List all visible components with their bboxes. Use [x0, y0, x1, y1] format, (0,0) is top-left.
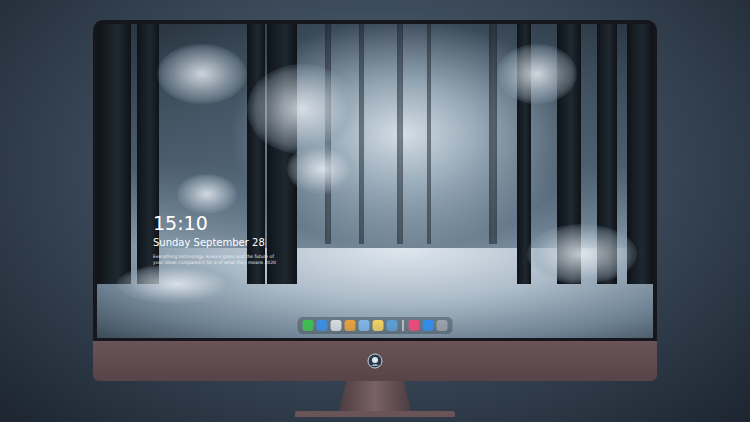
- monitor-base: [295, 411, 455, 417]
- monitor-mockup: 15:10 Sunday September 28 Everything techn…: [0, 0, 750, 422]
- snowy-branch: [497, 44, 577, 104]
- dock: [298, 317, 453, 334]
- lock-clock: 15:10 Sunday September 28 Everything techn…: [153, 212, 276, 266]
- app-icon[interactable]: [331, 320, 342, 331]
- desktop-screen: 15:10 Sunday September 28 Everything techn…: [97, 24, 653, 338]
- caption-line: Everything technology. Ensure glass and …: [153, 254, 276, 260]
- tree-trunk: [97, 24, 131, 284]
- tree-trunk: [359, 24, 364, 244]
- monitor-bezel: 15:10 Sunday September 28 Everything techn…: [93, 20, 657, 341]
- app-icon[interactable]: [373, 320, 384, 331]
- tree-trunk: [489, 24, 497, 244]
- clock-date: Sunday September 28: [153, 236, 276, 249]
- app-icon[interactable]: [437, 320, 448, 331]
- monitor-stand: [339, 381, 411, 411]
- app-icon[interactable]: [359, 320, 370, 331]
- snowy-branch: [157, 44, 247, 104]
- snowy-branch: [177, 174, 237, 214]
- monitor-chin: [93, 341, 657, 381]
- app-icon[interactable]: [345, 320, 356, 331]
- snowy-branch: [247, 64, 357, 154]
- tree-trunk: [427, 24, 431, 244]
- tree-trunk: [397, 24, 403, 244]
- caption-line: your ideas compared it for a of what the…: [153, 260, 276, 266]
- app-icon[interactable]: [423, 320, 434, 331]
- snowy-branch: [287, 144, 357, 194]
- logo-icon: [367, 353, 383, 369]
- snowy-branch: [117, 264, 237, 304]
- clock-caption: Everything technology. Ensure glass and …: [153, 254, 276, 266]
- app-icon[interactable]: [317, 320, 328, 331]
- snowy-branch: [527, 224, 637, 284]
- app-icon[interactable]: [303, 320, 314, 331]
- app-icon[interactable]: [409, 320, 420, 331]
- app-icon[interactable]: [387, 320, 398, 331]
- clock-time: 15:10: [153, 212, 276, 234]
- dock-separator: [403, 320, 404, 331]
